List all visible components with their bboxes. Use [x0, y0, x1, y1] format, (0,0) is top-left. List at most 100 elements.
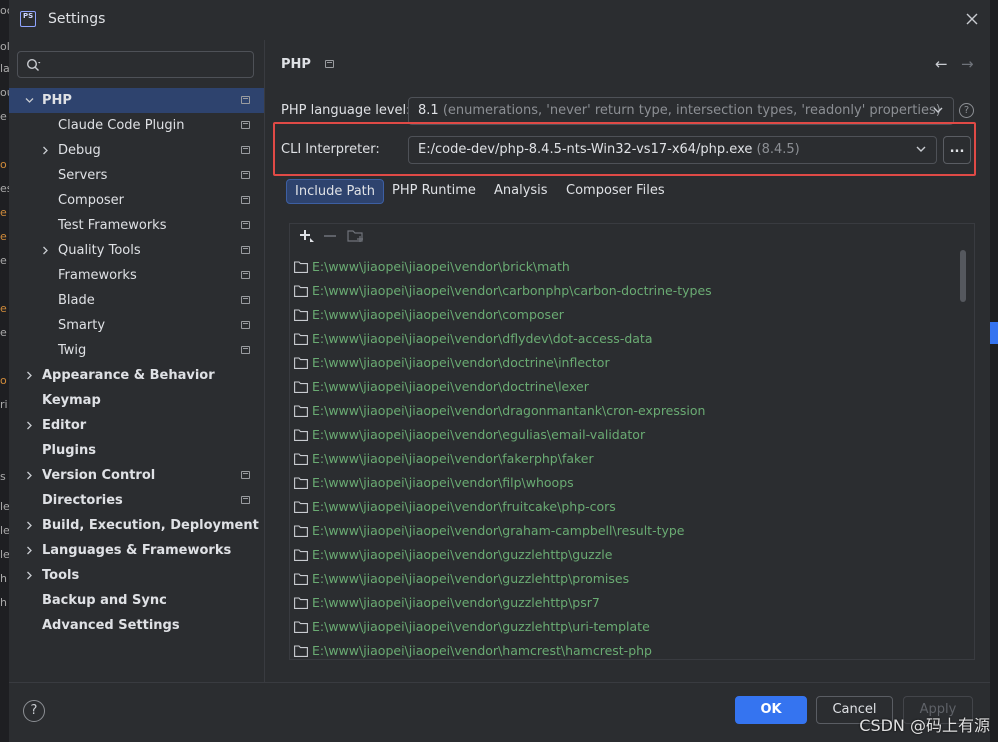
logo-text: PS — [23, 12, 34, 20]
folder-icon — [294, 621, 308, 633]
sidebar-item-languages-frameworks[interactable]: Languages & Frameworks — [9, 538, 264, 563]
cli-interpreter-version: (8.4.5) — [756, 142, 800, 157]
sidebar-item-advanced-settings[interactable]: Advanced Settings — [9, 613, 264, 638]
sidebar-item-debug[interactable]: Debug — [9, 138, 264, 163]
include-path-text: E:\www\jiaopei\jiaopei\vendor\fakerphp\f… — [312, 451, 594, 466]
search-input[interactable] — [17, 51, 254, 78]
sidebar-item-blade[interactable]: Blade — [9, 288, 264, 313]
sidebar-item-tools[interactable]: Tools — [9, 563, 264, 588]
chevron-right-icon[interactable] — [25, 421, 34, 430]
folder-icon — [294, 333, 308, 345]
include-path-text: E:\www\jiaopei\jiaopei\vendor\doctrine\l… — [312, 379, 589, 394]
folder-icon — [294, 573, 308, 585]
include-path-text: E:\www\jiaopei\jiaopei\vendor\dflydev\do… — [312, 331, 653, 346]
sidebar-item-twig[interactable]: Twig — [9, 338, 264, 363]
chevron-down-icon[interactable] — [25, 96, 34, 105]
include-path-text: E:\www\jiaopei\jiaopei\vendor\composer — [312, 307, 564, 322]
list-scrollbar[interactable] — [960, 250, 966, 302]
folder-icon — [294, 477, 308, 489]
tab-php-runtime[interactable]: PHP Runtime — [384, 179, 484, 204]
cli-interpreter-dropdown[interactable]: E:/code-dev/php-8.4.5-nts-Win32-vs17-x64… — [408, 136, 937, 164]
sidebar-item-test-frameworks[interactable]: Test Frameworks — [9, 213, 264, 238]
chevron-down-icon — [933, 107, 943, 113]
chevron-right-icon[interactable] — [25, 571, 34, 580]
dialog-footer: ? OK Cancel Apply — [9, 682, 990, 742]
folder-icon — [294, 261, 308, 273]
cli-interpreter-label: CLI Interpreter: — [281, 142, 380, 157]
chevron-right-icon[interactable] — [41, 146, 50, 155]
sidebar-item-quality-tools[interactable]: Quality Tools — [9, 238, 264, 263]
sidebar-item-label: Smarty — [58, 318, 106, 333]
background-window-edge: ocolla oueo esee eee oris lelele hh — [0, 0, 9, 742]
include-path-text: E:\www\jiaopei\jiaopei\vendor\hamcrest\h… — [312, 643, 652, 658]
sidebar-item-directories[interactable]: Directories — [9, 488, 264, 513]
project-scope-icon — [241, 246, 250, 254]
chevron-right-icon[interactable] — [25, 471, 34, 480]
chevron-right-icon[interactable] — [25, 371, 34, 380]
project-scope-icon — [241, 321, 250, 329]
project-scope-icon — [241, 471, 250, 479]
sidebar-item-servers[interactable]: Servers — [9, 163, 264, 188]
include-path-text: E:\www\jiaopei\jiaopei\vendor\guzzlehttp… — [312, 547, 613, 562]
folder-icon — [294, 597, 308, 609]
phpstorm-logo-icon: PS — [20, 11, 36, 27]
project-scope-icon — [241, 496, 250, 504]
sidebar-item-claude-code-plugin[interactable]: Claude Code Plugin — [9, 113, 264, 138]
sidebar-item-smarty[interactable]: Smarty — [9, 313, 264, 338]
sidebar-item-editor[interactable]: Editor — [9, 413, 264, 438]
ok-button[interactable]: OK — [735, 696, 807, 724]
tab-include-path[interactable]: Include Path — [286, 179, 385, 204]
sidebar-item-label: Languages & Frameworks — [42, 543, 232, 558]
sidebar-item-php[interactable]: PHP — [9, 88, 264, 113]
sidebar-item-label: Composer — [58, 193, 125, 208]
back-arrow-icon[interactable]: ← — [935, 55, 948, 73]
language-level-value: 8.1 — [418, 103, 439, 118]
project-scope-icon — [241, 96, 250, 104]
remove-icon[interactable] — [323, 228, 337, 248]
folder-icon — [294, 525, 308, 537]
search-icon — [26, 58, 41, 71]
sidebar-item-appearance-behavior[interactable]: Appearance & Behavior — [9, 363, 264, 388]
folder-icon — [294, 453, 308, 465]
add-folder-icon[interactable] — [347, 228, 365, 248]
help-button[interactable]: ? — [23, 700, 45, 722]
sidebar-item-keymap[interactable]: Keymap — [9, 388, 264, 413]
project-scope-icon — [241, 296, 250, 304]
sidebar-item-version-control[interactable]: Version Control — [9, 463, 264, 488]
cli-interpreter-path: E:/code-dev/php-8.4.5-nts-Win32-vs17-x64… — [418, 142, 753, 157]
help-icon[interactable]: ? — [959, 103, 974, 118]
chevron-right-icon[interactable] — [41, 246, 50, 255]
project-scope-icon — [241, 146, 250, 154]
chevron-right-icon[interactable] — [25, 546, 34, 555]
language-level-label: PHP language level: — [281, 103, 411, 118]
include-path-text: E:\www\jiaopei\jiaopei\vendor\guzzlehttp… — [312, 571, 630, 586]
folder-icon — [294, 285, 308, 297]
sidebar-item-label: Keymap — [42, 393, 101, 408]
chevron-down-icon — [916, 146, 926, 152]
sidebar-item-label: Debug — [58, 143, 101, 158]
include-path-text: E:\www\jiaopei\jiaopei\vendor\guzzlehttp… — [312, 595, 600, 610]
include-path-text: E:\www\jiaopei\jiaopei\vendor\fruitcake\… — [312, 499, 616, 514]
tab-analysis[interactable]: Analysis — [486, 179, 556, 204]
sidebar-item-frameworks[interactable]: Frameworks — [9, 263, 264, 288]
browse-interpreter-button[interactable]: ... — [943, 136, 971, 164]
include-path-text: E:\www\jiaopei\jiaopei\vendor\guzzlehttp… — [312, 619, 650, 634]
include-path-text: E:\www\jiaopei\jiaopei\vendor\brick\math — [312, 259, 570, 274]
folder-icon — [294, 501, 308, 513]
sidebar-item-build-execution-deployment[interactable]: Build, Execution, Deployment — [9, 513, 264, 538]
language-level-dropdown[interactable]: 8.1 (enumerations, 'never' return type, … — [408, 97, 954, 125]
sidebar-item-label: Tools — [42, 568, 80, 583]
include-path-text: E:\www\jiaopei\jiaopei\vendor\graham-cam… — [312, 523, 685, 538]
forward-arrow-icon[interactable]: → — [961, 55, 974, 73]
sidebar-item-plugins[interactable]: Plugins — [9, 438, 264, 463]
sidebar-item-label: Twig — [58, 343, 87, 358]
include-path-text: E:\www\jiaopei\jiaopei\vendor\filp\whoop… — [312, 475, 574, 490]
sidebar-item-backup-and-sync[interactable]: Backup and Sync — [9, 588, 264, 613]
sidebar-item-composer[interactable]: Composer — [9, 188, 264, 213]
tab-composer-files[interactable]: Composer Files — [558, 179, 673, 204]
project-scope-icon — [241, 221, 250, 229]
add-icon[interactable] — [299, 228, 315, 248]
sidebar-item-label: Servers — [58, 168, 108, 183]
close-icon[interactable] — [964, 11, 980, 27]
chevron-right-icon[interactable] — [25, 521, 34, 530]
